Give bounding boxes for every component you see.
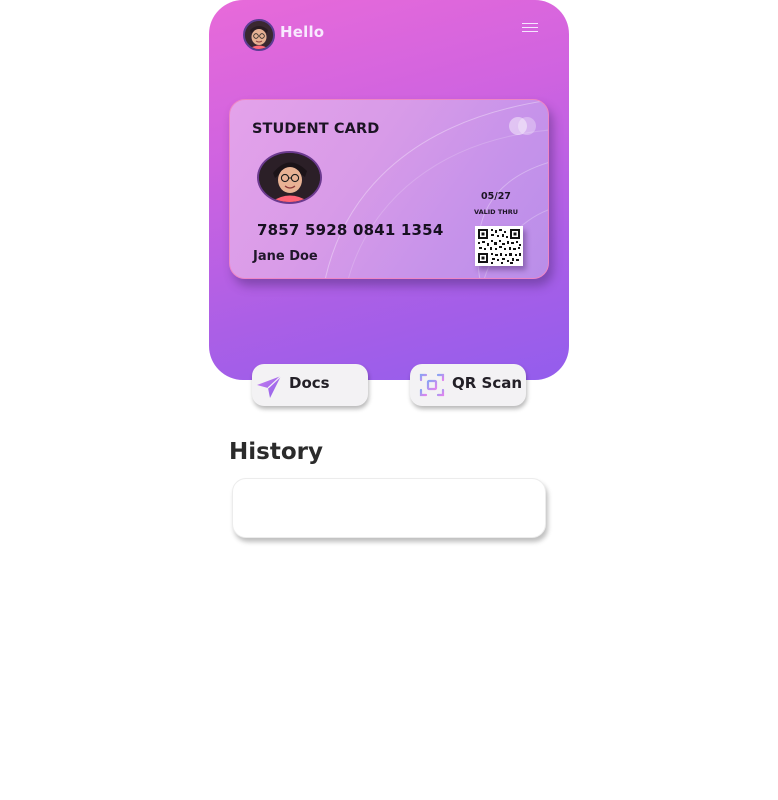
card-photo [257, 151, 322, 204]
card-holder-name: Jane Doe [253, 249, 318, 264]
docs-button[interactable]: Docs [252, 364, 368, 406]
hamburger-menu-icon[interactable] [522, 23, 538, 35]
greeting-text: Hello [280, 23, 325, 41]
docs-button-label: Docs [289, 374, 330, 392]
qr-scan-button[interactable]: QR Scan [410, 364, 526, 406]
student-card[interactable]: STUDENT CARD 7857 5928 0841 1354 Jane Do… [229, 99, 549, 279]
card-logo-circles-icon [509, 117, 537, 135]
user-avatar-icon[interactable] [243, 19, 275, 51]
qr-scan-button-label: QR Scan [452, 374, 523, 392]
card-title: STUDENT CARD [252, 121, 380, 137]
card-expiry: 05/27 [481, 191, 511, 202]
qr-code-icon[interactable] [475, 226, 523, 266]
card-expiry-label: VALID THRU [474, 208, 518, 216]
app-screen: Hello STUDENT CARD 7857 5928 0841 1354 J… [0, 0, 778, 800]
history-list[interactable] [232, 478, 546, 538]
send-arrow-icon [257, 375, 282, 398]
history-heading: History [229, 439, 323, 465]
qr-scan-icon [419, 373, 445, 397]
card-number: 7857 5928 0841 1354 [257, 221, 444, 239]
